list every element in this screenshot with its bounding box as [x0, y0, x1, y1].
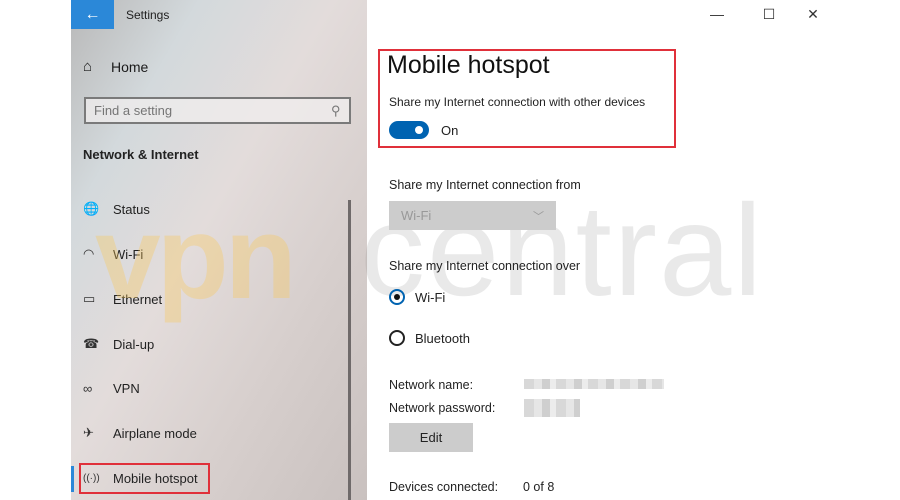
home-label: Home — [111, 58, 149, 75]
radio-wifi[interactable]: Wi-Fi — [389, 289, 445, 305]
sidebar-item-ethernet[interactable]: ▭ Ethernet — [83, 288, 162, 310]
network-password-label: Network password: — [389, 401, 496, 415]
share-over-label: Share my Internet connection over — [389, 259, 581, 273]
search-box[interactable]: ⚲ — [84, 97, 351, 124]
radio-label: Bluetooth — [415, 330, 470, 346]
chevron-down-icon: ﹀ — [533, 210, 544, 223]
network-name-value-redacted — [524, 379, 664, 389]
home-icon: ⌂ — [83, 58, 93, 75]
close-button[interactable]: ✕ — [793, 4, 833, 24]
sidebar-item-label: VPN — [113, 380, 140, 396]
sidebar-item-label: Airplane mode — [113, 425, 197, 441]
sidebar-item-home[interactable]: ⌂ Home — [83, 58, 148, 75]
dropdown-value: Wi-Fi — [401, 208, 432, 223]
toggle-state-label: On — [441, 123, 459, 138]
sidebar-item-label: Status — [113, 201, 150, 217]
wifi-icon: ◠ — [83, 246, 95, 261]
phone-icon: ☎ — [83, 336, 100, 351]
sidebar-item-dialup[interactable]: ☎ Dial-up — [83, 333, 154, 355]
toggle-knob — [415, 126, 423, 134]
network-name-label: Network name: — [389, 378, 474, 392]
share-from-dropdown[interactable]: Wi-Fi ﹀ — [389, 201, 556, 230]
scrollbar[interactable] — [348, 200, 351, 500]
vpn-icon: ∞ — [83, 380, 93, 396]
back-button[interactable]: ← — [71, 0, 114, 29]
radio-label: Wi-Fi — [415, 289, 446, 305]
back-arrow-icon: ← — [84, 5, 101, 23]
maximize-icon: ☐ — [762, 5, 776, 22]
sidebar-item-label: Dial-up — [113, 336, 155, 352]
minimize-button[interactable]: — — [697, 4, 737, 24]
app-title: Settings — [126, 8, 170, 22]
sidebar-item-label: Ethernet — [113, 291, 163, 307]
hotspot-toggle[interactable] — [389, 121, 429, 139]
sidebar-item-status[interactable]: 🌐 Status — [83, 198, 150, 220]
network-password-value-redacted — [524, 399, 580, 417]
close-icon: ✕ — [807, 5, 819, 22]
search-input[interactable] — [94, 103, 314, 118]
highlight-box — [79, 463, 210, 494]
share-label: Share my Internet connection with other … — [389, 95, 646, 109]
maximize-button[interactable]: ☐ — [749, 4, 789, 24]
sidebar-item-airplane-mode[interactable]: ✈ Airplane mode — [83, 422, 197, 444]
share-from-label: Share my Internet connection from — [389, 178, 581, 192]
radio-button-selected[interactable] — [389, 289, 405, 305]
active-indicator — [71, 466, 74, 492]
section-heading: Network & Internet — [83, 147, 199, 162]
sidebar-item-label: Wi-Fi — [113, 246, 144, 262]
minimize-icon: — — [710, 6, 724, 22]
radio-bluetooth[interactable]: Bluetooth — [389, 330, 470, 346]
sidebar-item-vpn[interactable]: ∞ VPN — [83, 377, 140, 399]
main-panel: — ☐ ✕ Mobile hotspot Share my Internet c… — [367, 0, 900, 500]
edit-button[interactable]: Edit — [389, 423, 473, 452]
devices-connected-label: Devices connected: — [389, 480, 499, 494]
airplane-icon: ✈ — [83, 425, 94, 440]
sidebar: ← Settings ⌂ Home ⚲ Network & Internet 🌐… — [71, 0, 367, 500]
page-title: Mobile hotspot — [387, 51, 550, 79]
globe-icon: 🌐 — [83, 201, 100, 216]
sidebar-item-wifi[interactable]: ◠ Wi-Fi — [83, 243, 143, 265]
ethernet-icon: ▭ — [83, 291, 96, 306]
devices-connected-value: 0 of 8 — [523, 480, 555, 494]
search-icon[interactable]: ⚲ — [331, 103, 341, 119]
radio-button[interactable] — [389, 330, 405, 346]
